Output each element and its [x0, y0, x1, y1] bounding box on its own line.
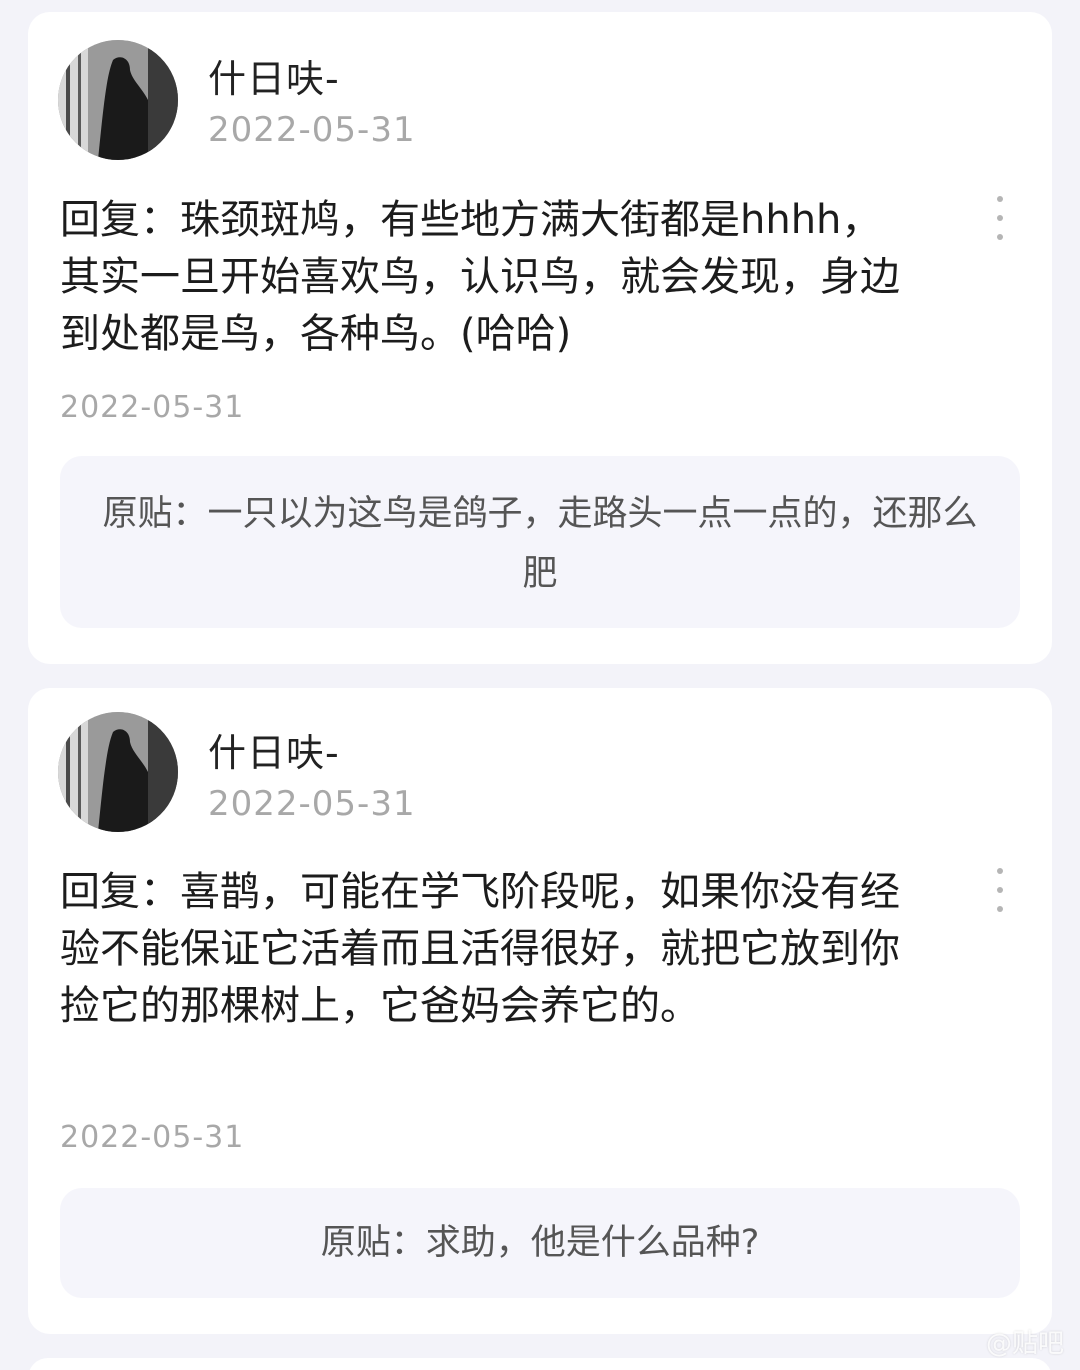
more-vertical-icon[interactable]: [992, 196, 1008, 240]
dot: [997, 906, 1003, 912]
username[interactable]: 什日呋-: [208, 48, 340, 103]
dot: [997, 868, 1003, 874]
dot: [997, 215, 1003, 221]
avatar-silhouette: [58, 712, 178, 832]
reply-card-partial[interactable]: [28, 1358, 1052, 1370]
header-date: 2022-05-31: [208, 110, 416, 150]
avatar[interactable]: [58, 40, 178, 160]
original-post-link[interactable]: 原贴：一只以为这鸟是鸽子，走路头一点一点的，还那么肥: [60, 456, 1020, 628]
dot: [997, 887, 1003, 893]
post-date: 2022-05-31: [60, 1120, 245, 1155]
username[interactable]: 什日呋-: [208, 722, 340, 777]
dot: [997, 196, 1003, 202]
avatar-silhouette: [58, 40, 178, 160]
post-date: 2022-05-31: [60, 390, 245, 425]
reply-card[interactable]: 什日呋- 2022-05-31 回复：喜鹊，可能在学飞阶段呢，如果你没有经验不能…: [28, 688, 1052, 1334]
dot: [997, 234, 1003, 240]
header-date: 2022-05-31: [208, 784, 416, 824]
original-post-link[interactable]: 原贴：求助，他是什么品种?: [60, 1188, 1020, 1298]
reply-list: 什日呋- 2022-05-31 回复：珠颈斑鸠，有些地方满大街都是hhhh，其实…: [0, 0, 1080, 1370]
reply-content[interactable]: 回复：喜鹊，可能在学飞阶段呢，如果你没有经验不能保证它活着而且活得很好，就把它放…: [60, 864, 900, 1035]
reply-card[interactable]: 什日呋- 2022-05-31 回复：珠颈斑鸠，有些地方满大街都是hhhh，其实…: [28, 12, 1052, 664]
avatar[interactable]: [58, 712, 178, 832]
watermark: @贴吧: [985, 1329, 1064, 1359]
more-vertical-icon[interactable]: [992, 868, 1008, 912]
reply-content[interactable]: 回复：珠颈斑鸠，有些地方满大街都是hhhh，其实一旦开始喜欢鸟，认识鸟，就会发现…: [60, 192, 900, 363]
